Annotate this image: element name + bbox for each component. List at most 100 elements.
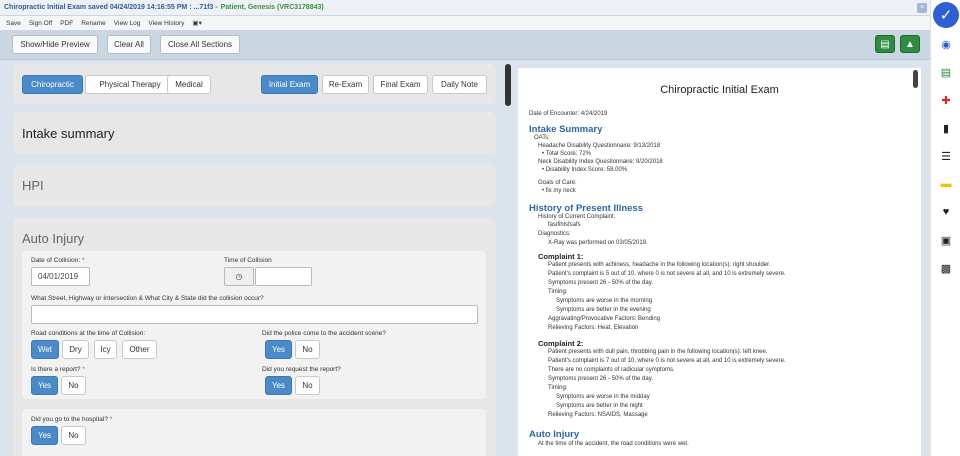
encounter-date: Date of Encounter: 4/24/2019 <box>529 111 608 117</box>
add-calendar-icon[interactable]: ▣ <box>938 233 954 247</box>
complaint-1-line: Symptoms are better in the evening <box>556 307 651 313</box>
complaint-2-line: Relieving Factors: NSAIDS, Massage <box>548 412 648 418</box>
menu-rename[interactable]: Rename <box>81 20 106 27</box>
complaint-2-title: Complaint 2: <box>538 339 584 348</box>
medical-plus-icon[interactable]: ✚ <box>938 93 954 107</box>
tab-chiropractic[interactable]: Chiropractic <box>22 75 83 94</box>
hpi-section[interactable]: HPI <box>13 164 496 207</box>
menu-sign-off[interactable]: Sign Off <box>29 20 52 27</box>
report-yes-option[interactable]: Yes <box>31 376 58 395</box>
section-title-intake: Intake summary <box>22 126 115 141</box>
tab-initial-exam[interactable]: Initial Exam <box>261 75 318 94</box>
road-wet-option[interactable]: Wet <box>31 340 59 359</box>
preview-auto-title: Auto Injury <box>529 429 580 440</box>
date-of-collision-input[interactable]: 04/01/2019 <box>31 267 90 286</box>
street-label: What Street, Highway or Intersection & W… <box>31 295 264 302</box>
hospital-subsection: Did you go to the hospital? * Yes No <box>22 409 486 456</box>
close-all-sections-button[interactable]: Close All Sections <box>160 35 240 54</box>
menu-view-history[interactable]: View History <box>148 20 184 27</box>
diagnostics-label: Diagnostics: <box>538 231 571 237</box>
handshake-icon[interactable]: ♥ <box>938 205 954 219</box>
clear-all-button[interactable]: Clear All <box>107 35 151 54</box>
time-of-collision-label: Time of Collision <box>224 257 272 264</box>
date-of-collision-label: Date of Collision: * <box>31 257 85 264</box>
window-title: Chiropractic Initial Exam saved 04/24/20… <box>4 4 218 11</box>
complaint-1-line: Patient's complaint is 5 out of 10, wher… <box>548 271 786 277</box>
diagnostics-value: X-Ray was performed on 03/05/2019. <box>548 240 648 246</box>
street-input[interactable] <box>31 305 478 324</box>
road-other-option[interactable]: Other <box>122 340 157 359</box>
tab-final-exam[interactable]: Final Exam <box>373 75 428 94</box>
complaint-1-line: Patient presents with achiness, headache… <box>548 262 771 268</box>
section-title-hpi: HPI <box>22 178 44 193</box>
form-scrollbar[interactable] <box>504 60 512 456</box>
request-yes-option[interactable]: Yes <box>265 376 292 395</box>
image-icon[interactable]: ▤ <box>938 65 954 79</box>
tab-medical[interactable]: Medical <box>167 75 211 94</box>
tab-card: Chiropractic Physical Therapy Medical In… <box>13 64 496 104</box>
library-icon[interactable]: ▩ <box>938 261 954 275</box>
list-icon[interactable]: ☰ <box>938 149 954 163</box>
complaint-1-line: Symptoms present 26 - 50% of the day. <box>548 280 653 286</box>
menu-save[interactable]: Save <box>6 20 21 27</box>
request-no-option[interactable]: No <box>295 376 320 395</box>
note-icon[interactable]: ▬ <box>938 177 954 191</box>
ndi-line: Neck Disability Index Questionnaire: 9/2… <box>538 159 663 165</box>
preview-panel: Chiropractic Initial Exam Date of Encoun… <box>518 68 921 456</box>
clipboard-icon[interactable]: ▮ <box>938 121 954 135</box>
complaint-1-line: Timing: <box>548 289 568 295</box>
complaint-1-line: Symptoms are worse in the morning <box>556 298 653 304</box>
road-icy-option[interactable]: Icy <box>94 340 117 359</box>
complaint-2-line: Patient's complaint is 7 out of 10, wher… <box>548 358 786 364</box>
hcc-value: fasifihlsfsafs <box>548 222 581 228</box>
request-report-label: Did you request the report? <box>262 366 341 373</box>
hospital-label: Did you go to the hospital? * <box>31 416 113 423</box>
complaint-2-line: Symptoms present 26 - 50% of the day. <box>548 376 653 382</box>
close-window-button[interactable]: × <box>917 3 927 13</box>
hdq-line: Headache Disability Questionnaire: 9/13/… <box>538 143 661 149</box>
ndi-score: • Disability Index Score: 58.00% <box>542 167 628 173</box>
time-of-collision-input[interactable] <box>255 267 312 286</box>
tab-physical-therapy[interactable]: Physical Therapy <box>85 75 175 94</box>
intake-summary-section[interactable]: Intake summary <box>13 112 496 155</box>
complaint-2-line: Timing: <box>548 385 568 391</box>
complaint-1-line: Aggravating/Provocative Factors: Bending <box>548 316 661 322</box>
police-yes-option[interactable]: Yes <box>265 340 292 359</box>
police-label: Did the police come to the accident scen… <box>262 330 386 337</box>
calendar-icon[interactable]: ▤ <box>875 35 895 53</box>
hospital-yes-option[interactable]: Yes <box>31 426 58 445</box>
title-bar: Chiropractic Initial Exam saved 04/24/20… <box>0 0 930 16</box>
complaint-2-line: Symptoms are worse in the midday <box>556 394 650 400</box>
complaint-2-line: There are no complaints of radicular sym… <box>548 367 675 373</box>
alarm-icon[interactable]: ▲ <box>900 35 920 53</box>
hdq-score: • Total Score: 72% <box>542 151 592 157</box>
preview-title: Chiropractic Initial Exam <box>660 84 779 96</box>
road-dry-option[interactable]: Dry <box>62 340 89 359</box>
tab-daily-note[interactable]: Daily Note <box>432 75 487 94</box>
menu-pdf[interactable]: PDF <box>60 20 73 27</box>
complaint-2-line: Symptoms are better in the night <box>556 403 643 409</box>
clipboard-dropdown-icon[interactable]: ▣▾ <box>192 19 201 27</box>
auto-line: At the time of the accident, the road co… <box>538 441 689 447</box>
hcc-label: History of Current Complaint: <box>538 214 616 220</box>
user-icon[interactable]: ◉ <box>938 37 954 51</box>
tab-re-exam[interactable]: Re-Exam <box>322 75 369 94</box>
oats-label: OATs: <box>534 135 550 141</box>
form-panel: Chiropractic Physical Therapy Medical In… <box>0 60 502 456</box>
toolbar: Show/Hide Preview Clear All Close All Se… <box>0 30 930 60</box>
preview-hpi-title: History of Present Illness <box>529 203 644 214</box>
check-icon[interactable]: ✓ <box>933 2 959 28</box>
menu-bar: Save Sign Off PDF Rename View Log View H… <box>0 16 930 30</box>
goal-item: • fix my neck <box>542 188 576 194</box>
patient-name: Patient, Genesis (VRC3178843) <box>220 4 324 11</box>
complaint-1-line: Relieving Factors: Heat, Elevation <box>548 325 639 331</box>
auto-injury-section: Auto Injury Date of Collision: * 04/01/2… <box>13 217 496 456</box>
hospital-no-option[interactable]: No <box>61 426 86 445</box>
clock-icon[interactable]: ◷ <box>224 267 254 286</box>
menu-view-log[interactable]: View Log <box>114 20 141 27</box>
show-hide-preview-button[interactable]: Show/Hide Preview <box>12 35 98 54</box>
report-no-option[interactable]: No <box>61 376 86 395</box>
police-no-option[interactable]: No <box>295 340 320 359</box>
complaint-2-line: Patient presents with dull pain, throbbi… <box>548 349 768 355</box>
form-scroll-thumb[interactable] <box>505 64 511 106</box>
